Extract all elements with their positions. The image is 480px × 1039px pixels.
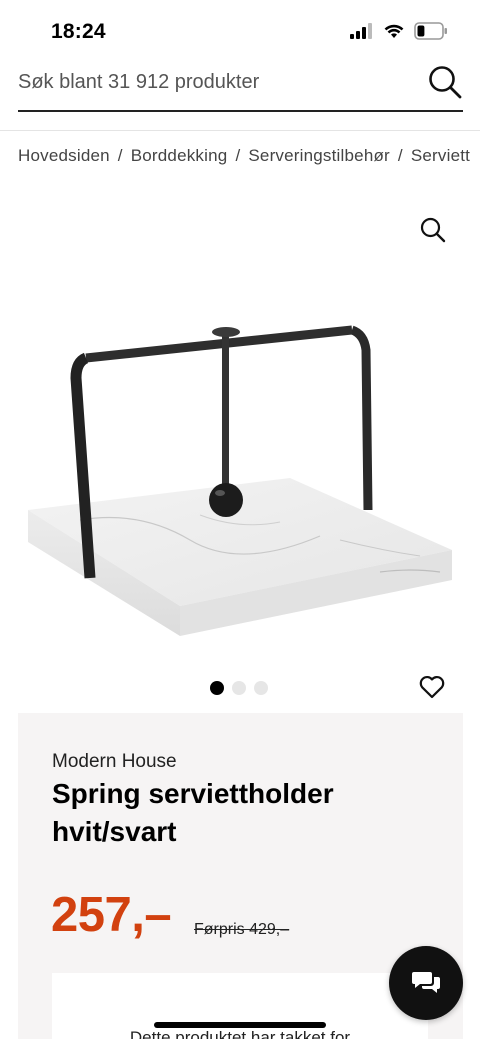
- magnifier-icon: [420, 217, 446, 243]
- product-title: Spring serviettholder hvit/svart: [52, 778, 334, 847]
- breadcrumb-item-borddekking[interactable]: Borddekking: [131, 146, 228, 165]
- search-button[interactable]: [427, 64, 463, 100]
- zoom-button[interactable]: [419, 216, 447, 244]
- favorite-button[interactable]: [419, 675, 445, 699]
- gallery-dot-3[interactable]: [254, 681, 268, 695]
- status-time: 18:24: [51, 20, 106, 43]
- breadcrumb: Hovedsiden / Borddekking / Serveringstilbehø…: [18, 146, 470, 166]
- search-bar[interactable]: Søk blant 31 912 produkter: [18, 60, 463, 112]
- search-icon: [429, 66, 462, 99]
- gallery-dot-2[interactable]: [232, 681, 246, 695]
- status-bar: 18:24: [0, 0, 480, 60]
- battery-icon: [414, 22, 447, 40]
- gallery-pagination: [210, 681, 268, 695]
- breadcrumb-item-serveringstilbehor[interactable]: Serveringstilbehør: [248, 146, 390, 165]
- product-brand[interactable]: Modern House: [52, 751, 177, 773]
- product-notice-text: Dette produktet har takket for: [129, 1028, 351, 1039]
- breadcrumb-item-serviett[interactable]: Serviett: [411, 146, 470, 165]
- breadcrumb-separator: /: [235, 146, 241, 165]
- previous-price: Førpris 429,–: [194, 921, 290, 938]
- chat-button[interactable]: [389, 946, 463, 1020]
- product-notice-card: Dette produktet har takket for: [52, 973, 428, 1039]
- signal-icon: [350, 23, 372, 39]
- breadcrumb-separator: /: [117, 146, 123, 165]
- gallery-dot-1[interactable]: [210, 681, 224, 695]
- breadcrumb-item-home[interactable]: Hovedsiden: [18, 146, 110, 165]
- breadcrumb-separator: /: [397, 146, 403, 165]
- product-price: 257,–: [51, 888, 172, 942]
- chat-icon: [412, 972, 440, 993]
- napkin-holder-illustration: [28, 325, 452, 636]
- search-input[interactable]: Søk blant 31 912 produkter: [18, 71, 259, 94]
- header-divider: [0, 130, 480, 131]
- home-indicator: [154, 1022, 326, 1028]
- heart-icon: [419, 675, 445, 699]
- status-icons: [350, 22, 448, 40]
- wifi-icon: [384, 24, 404, 38]
- product-image[interactable]: [20, 310, 460, 650]
